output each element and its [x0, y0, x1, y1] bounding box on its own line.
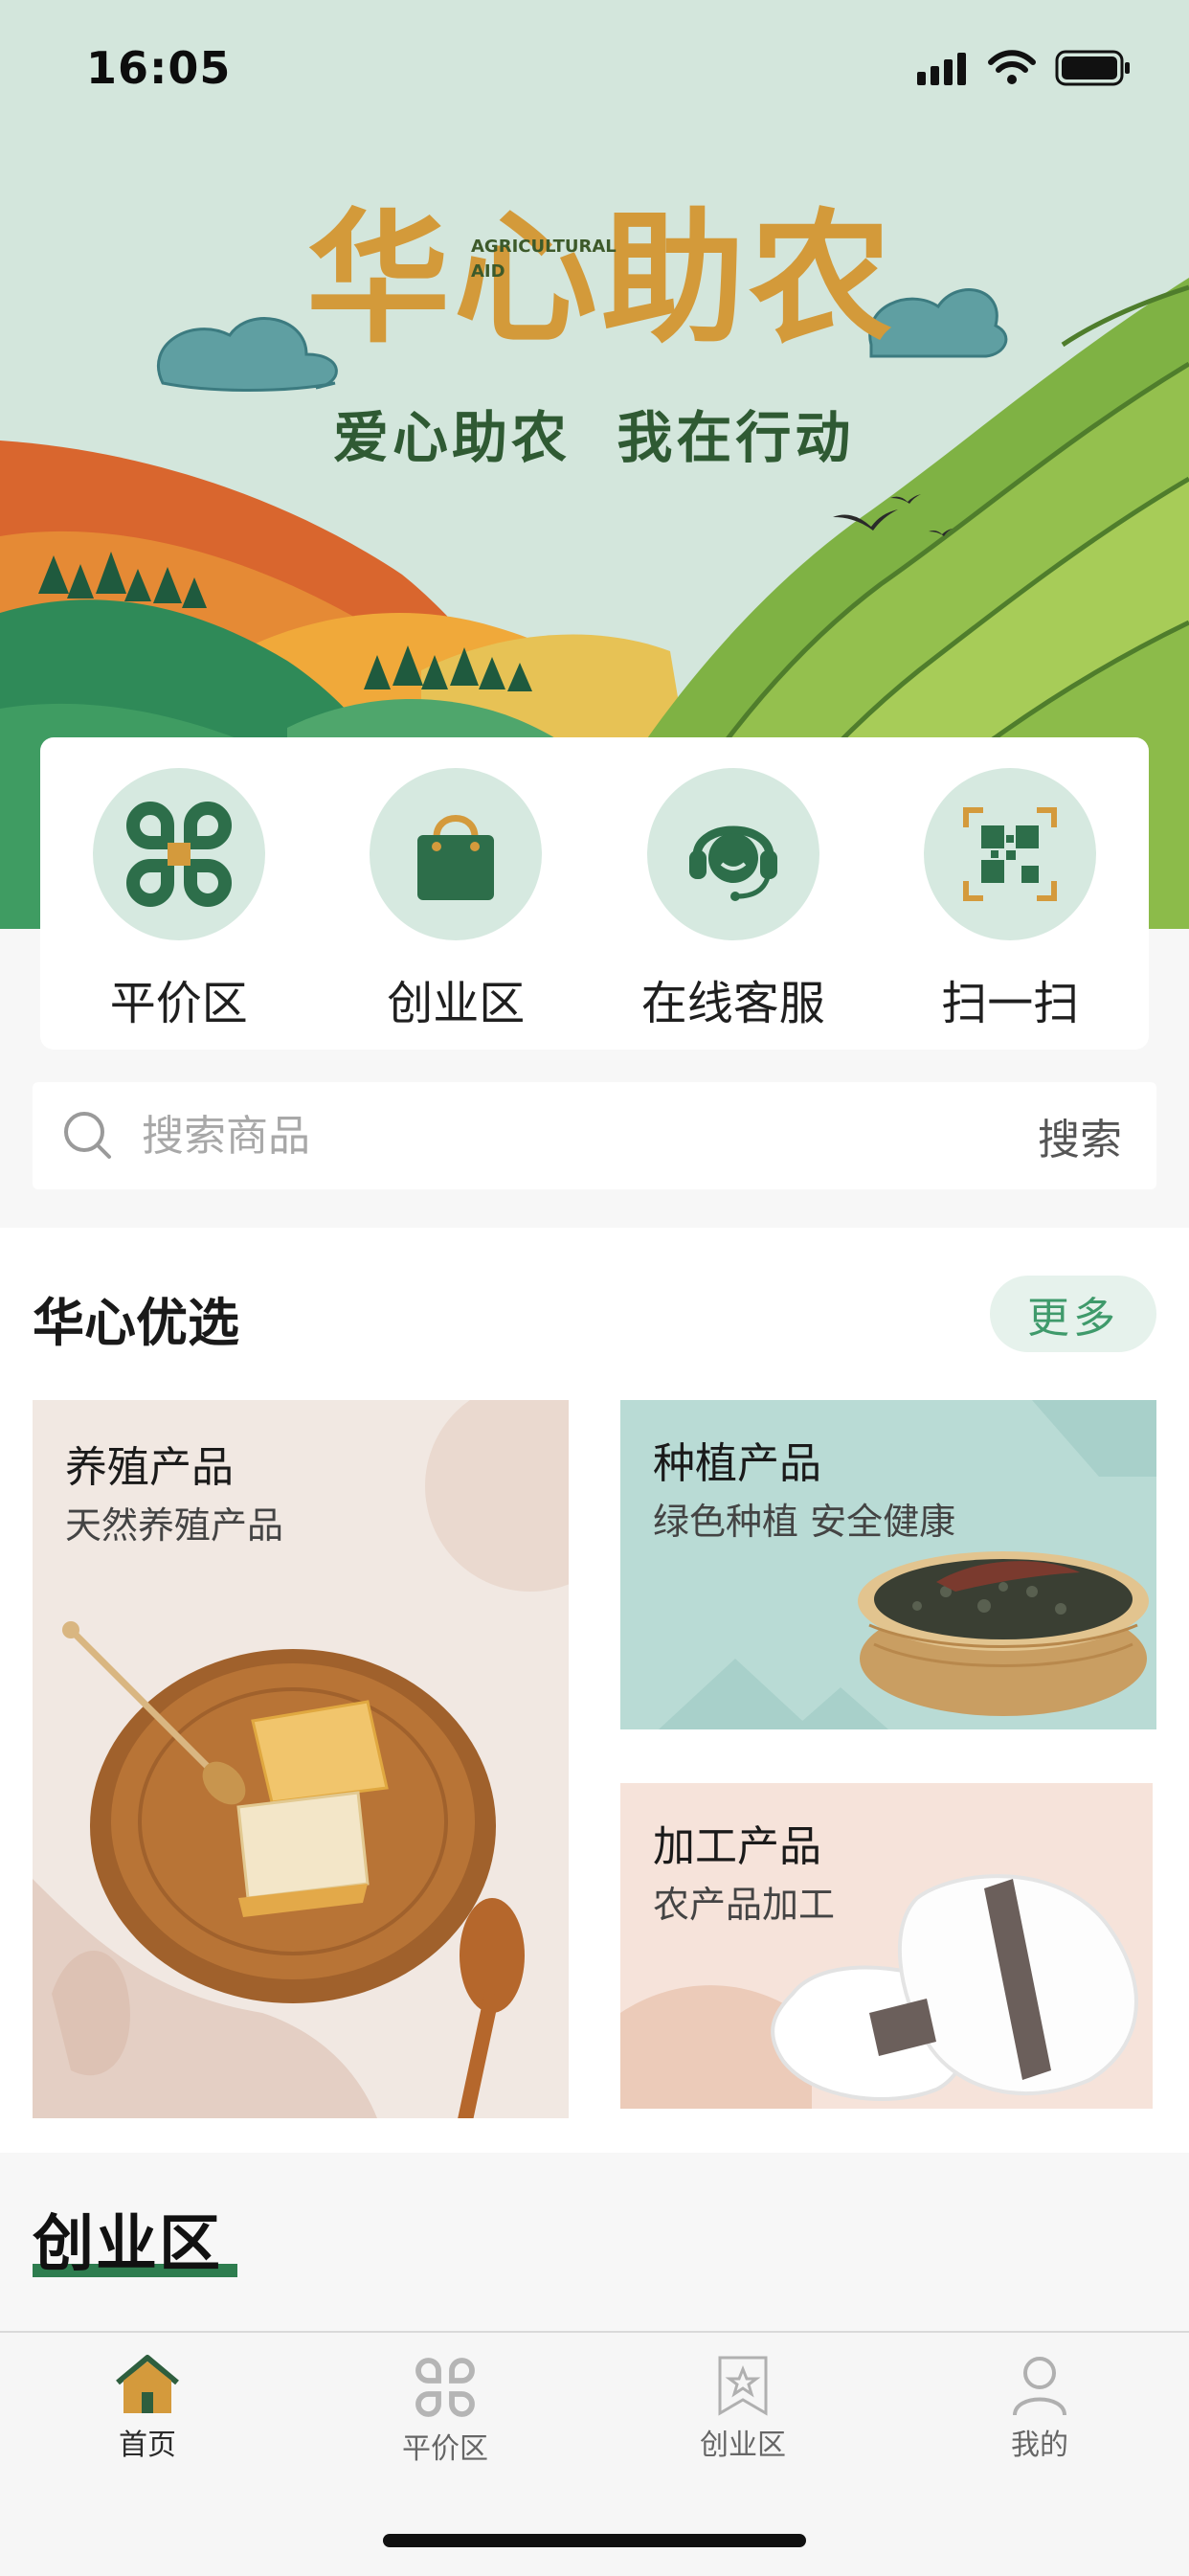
user-icon [1013, 2357, 1066, 2416]
status-icons [917, 50, 1132, 86]
quick-nav-circle [646, 768, 819, 940]
quick-nav-circle [92, 768, 265, 940]
tab-label: 平价区 [402, 2432, 488, 2466]
status-time: 16:05 [86, 42, 232, 94]
quick-nav-label: 在线客服 [640, 977, 825, 1030]
star-bookmark-icon [718, 2356, 768, 2416]
featured-section: 华心优选 更多 养殖产品 天然养殖产品 种植产品 绿色种植 安全健康 加工产品 … [0, 1228, 1189, 2153]
tab-budget-zone[interactable]: 平价区 [349, 2354, 541, 2467]
quick-nav-card: 平价区 创业区 在线客服 扫一扫 [40, 737, 1149, 1050]
product-desc: 绿色种植 安全健康 [653, 1501, 956, 1543]
product-name: 加工产品 [653, 1822, 821, 1871]
search-bar: 搜索 [33, 1082, 1156, 1189]
quick-nav-item-startup-zone[interactable]: 创业区 [318, 737, 595, 1050]
banner-english-subtitle: AGRICULTURAL AID [471, 235, 617, 284]
product-card-breeding[interactable]: 养殖产品 天然养殖产品 [33, 1400, 569, 2118]
tab-home[interactable]: 首页 [52, 2354, 243, 2463]
tab-label: 首页 [119, 2429, 176, 2462]
quick-nav-circle [370, 768, 543, 940]
home-indicator [383, 2534, 806, 2547]
grid-clover-icon [125, 802, 232, 907]
tab-label: 创业区 [700, 2429, 786, 2462]
product-desc: 农产品加工 [653, 1884, 836, 1926]
shopping-bag-icon [417, 815, 495, 900]
entrepreneur-section-title: 创业区 [33, 2209, 222, 2280]
product-name: 养殖产品 [65, 1443, 234, 1492]
banner-english-line1: AGRICULTURAL [471, 237, 617, 257]
product-desc: 天然养殖产品 [65, 1504, 284, 1547]
qr-scan-icon [963, 807, 1058, 901]
section-title: 华心优选 [33, 1293, 239, 1353]
tab-startup-zone[interactable]: 创业区 [647, 2354, 839, 2463]
quick-nav-circle [924, 768, 1097, 940]
product-name: 种植产品 [653, 1439, 821, 1488]
tab-profile[interactable]: 我的 [944, 2354, 1135, 2463]
product-card-planting[interactable]: 种植产品 绿色种植 安全健康 [620, 1400, 1156, 1729]
quick-nav-label: 扫一扫 [941, 977, 1080, 1030]
quick-nav-item-online-service[interactable]: 在线客服 [594, 737, 872, 1050]
home-icon [116, 2355, 179, 2413]
tab-label: 我的 [1011, 2429, 1068, 2462]
quick-nav-item-scan[interactable]: 扫一扫 [872, 737, 1150, 1050]
grid-clover-icon [415, 2358, 475, 2417]
wifi-icon [988, 50, 1036, 84]
search-button[interactable]: 搜索 [1038, 1105, 1122, 1166]
product-card-processing[interactable]: 加工产品 农产品加工 [620, 1783, 1153, 2109]
banner-slogan: 爱心助农 我在行动 [333, 405, 855, 470]
quick-nav-label: 创业区 [387, 977, 526, 1030]
more-button[interactable]: 更多 [990, 1276, 1156, 1352]
battery-icon [1055, 50, 1130, 86]
cellular-signal-icon [917, 53, 966, 85]
status-bar: 16:05 [0, 0, 1189, 144]
customer-service-icon [688, 825, 777, 901]
banner-english-line2: AID [471, 261, 505, 282]
quick-nav-item-budget-zone[interactable]: 平价区 [40, 737, 318, 1050]
search-icon [64, 1112, 111, 1159]
quick-nav-label: 平价区 [109, 977, 248, 1030]
search-input[interactable] [140, 1110, 1038, 1162]
